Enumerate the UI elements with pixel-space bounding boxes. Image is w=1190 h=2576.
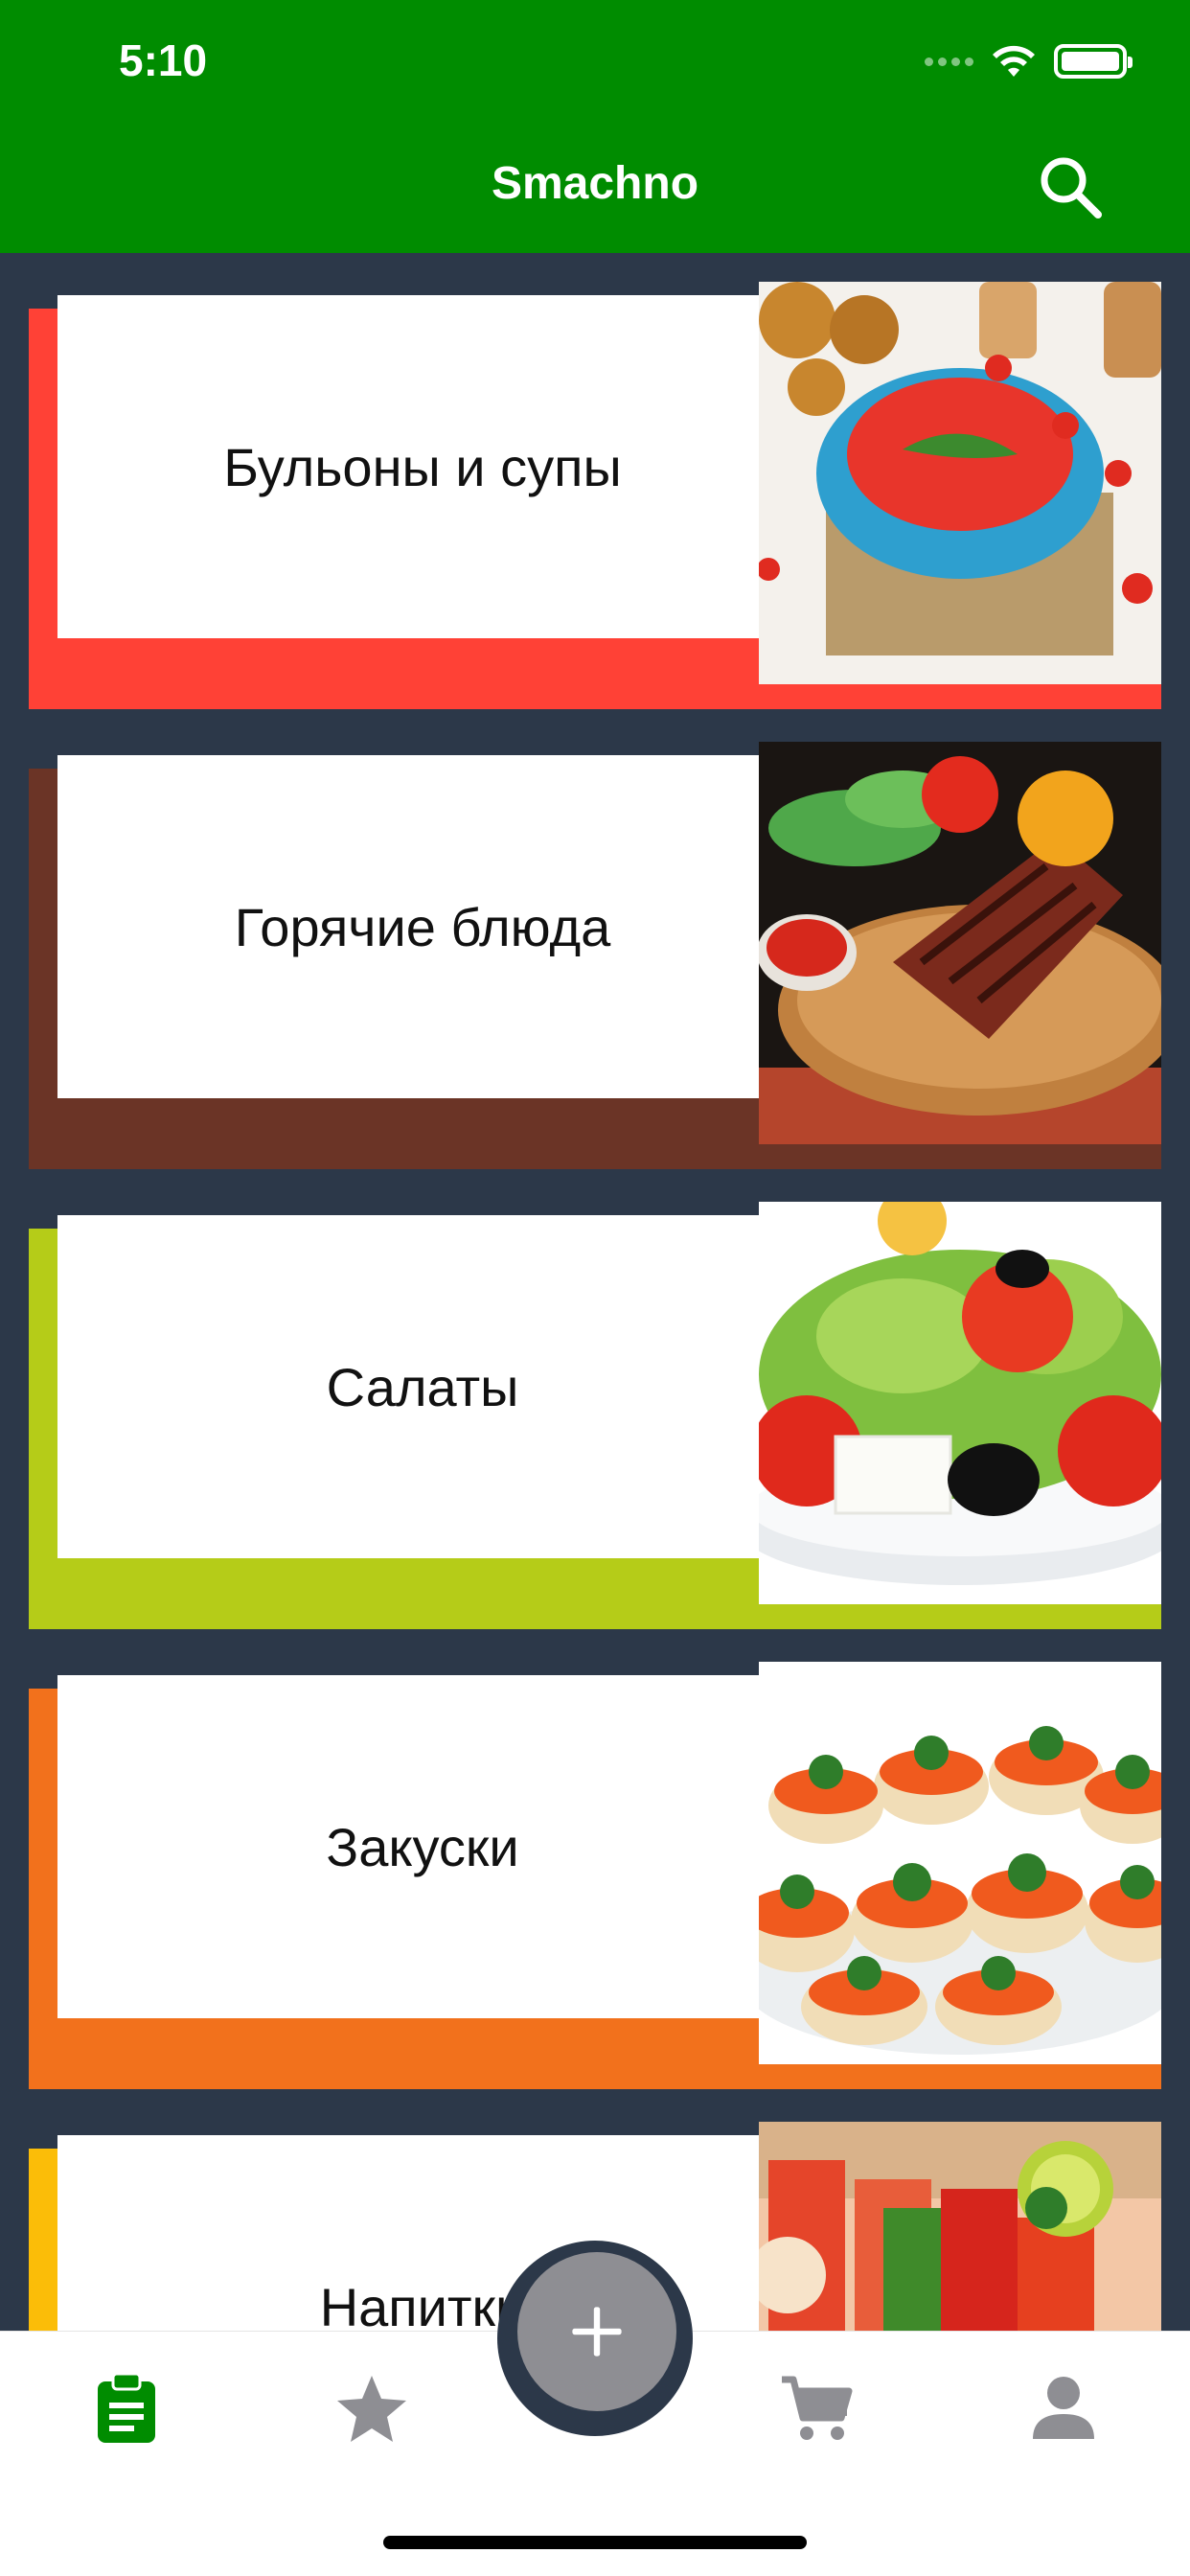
tab-profile[interactable] — [1025, 2370, 1102, 2447]
app-header: 5:10 Smachno — [0, 0, 1190, 253]
app-title: Smachno — [491, 158, 699, 209]
category-card-appetizers[interactable]: Закуски — [29, 1662, 1161, 2089]
tab-cart[interactable] — [778, 2370, 855, 2447]
category-photo-steak — [759, 742, 1161, 1144]
card-label-panel: Бульоны и супы — [57, 295, 788, 638]
tab-favorites[interactable] — [333, 2370, 410, 2447]
add-recipe-button[interactable] — [517, 2252, 676, 2411]
category-photo-salad — [759, 1202, 1161, 1604]
category-photo-soup — [759, 282, 1161, 684]
card-label-panel: Горячие блюда — [57, 755, 788, 1098]
signal-icon — [925, 57, 973, 66]
category-label: Бульоны и супы — [223, 436, 622, 497]
search-icon — [1041, 157, 1102, 218]
category-label: Салаты — [326, 1356, 519, 1417]
category-photo-drinks — [759, 2122, 1161, 2331]
category-card-soups[interactable]: Бульоны и супы — [29, 282, 1161, 709]
card-label-panel: Закуски — [57, 1675, 788, 2018]
category-list: Бульоны и супы Горячие блюда Салаты Заку… — [0, 253, 1190, 2331]
category-card-hot-dishes[interactable]: Горячие блюда — [29, 742, 1161, 1169]
plus-icon — [572, 2307, 622, 2357]
search-button[interactable] — [1037, 153, 1106, 222]
card-label-panel: Салаты — [57, 1215, 788, 1558]
category-card-salads[interactable]: Салаты — [29, 1202, 1161, 1629]
home-indicator — [383, 2536, 807, 2549]
battery-icon — [1054, 44, 1133, 79]
category-label: Закуски — [326, 1816, 519, 1877]
status-time: 5:10 — [119, 35, 208, 85]
person-icon — [1033, 2377, 1094, 2439]
category-label: Горячие блюда — [234, 896, 611, 957]
tab-recipes[interactable] — [88, 2370, 165, 2447]
clipboard-icon — [98, 2372, 155, 2443]
wifi-icon — [993, 45, 1035, 77]
category-label: Напитки — [319, 2276, 526, 2332]
star-icon — [337, 2376, 406, 2442]
cart-icon — [782, 2376, 853, 2440]
category-photo-canapes — [759, 1662, 1161, 2064]
status-icons — [925, 44, 1133, 79]
